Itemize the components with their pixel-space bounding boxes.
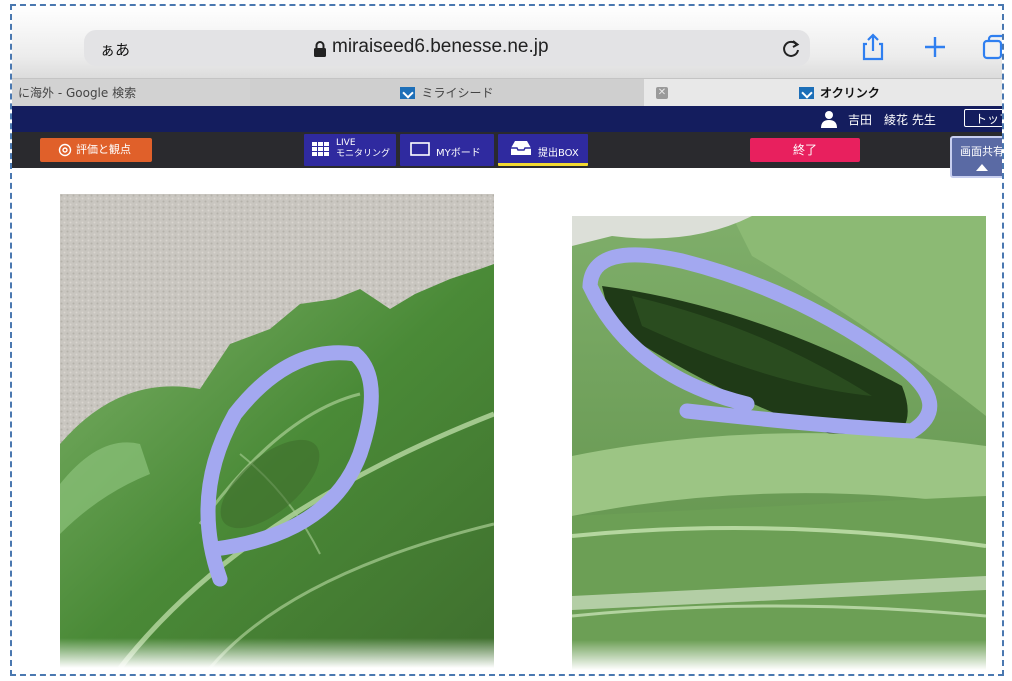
tabs-icon[interactable] xyxy=(980,32,1004,62)
live-label: LIVE xyxy=(336,138,356,148)
screen-share-button[interactable]: 画面共有 xyxy=(950,136,1004,178)
text-size-button[interactable]: ぁあ xyxy=(100,39,130,60)
close-tab-icon[interactable]: ✕ xyxy=(656,87,668,99)
app-header: 吉田 綾花 先生 トップ xyxy=(12,106,1002,132)
url-text: miraiseed6.benesse.ne.jp xyxy=(332,36,549,57)
browser-toolbar: ぁあ miraiseed6.benesse.ne.jp xyxy=(12,6,1002,78)
tab-label: ミライシード xyxy=(421,86,494,100)
user-name: 吉田 綾花 先生 xyxy=(848,113,936,127)
tab-miraiseed[interactable]: ミライシード xyxy=(250,79,645,107)
submit-box-label: 提出BOX xyxy=(538,148,579,159)
tab-google-search[interactable]: に海外 - Google 検索 xyxy=(12,79,257,107)
caret-up-icon xyxy=(976,164,988,171)
grid-icon xyxy=(312,142,329,156)
myboard-button[interactable]: MYボード xyxy=(400,134,494,166)
screen-share-label: 画面共有 xyxy=(960,145,1004,158)
new-tab-icon[interactable] xyxy=(920,32,950,62)
monitoring-label: モニタリング xyxy=(336,149,391,159)
tab-label: に海外 - Google 検索 xyxy=(18,86,137,100)
share-icon[interactable] xyxy=(858,32,888,62)
folded-leaf-photo xyxy=(572,216,986,670)
submit-box-button[interactable]: 提出BOX xyxy=(498,134,588,166)
lock-icon xyxy=(314,41,326,57)
board-icon xyxy=(410,142,430,156)
tab-label: オクリンク xyxy=(820,86,880,100)
end-button[interactable]: 終了 xyxy=(750,138,860,162)
cabbage-leaf-photo xyxy=(60,194,494,668)
address-bar[interactable]: ぁあ miraiseed6.benesse.ne.jp xyxy=(84,30,810,66)
inbox-icon xyxy=(511,141,531,155)
user-icon xyxy=(821,111,837,128)
miraiseed-logo-icon xyxy=(799,87,814,99)
app-toolbar: 評価と観点 LIVE モニタリング MYボード 提出BOX 終了 xyxy=(12,132,1002,168)
browser-tab-bar: に海外 - Google 検索 ミライシード ✕ オクリンク xyxy=(12,78,1002,108)
evaluation-button-label: 評価と観点 xyxy=(76,143,131,156)
myboard-label: MYボード xyxy=(436,148,481,159)
screenshot-frame: ぁあ miraiseed6.benesse.ne.jp に海外 - Google… xyxy=(10,4,1004,676)
miraiseed-logo-icon xyxy=(400,87,416,99)
live-monitoring-button[interactable]: LIVE モニタリング xyxy=(304,134,396,166)
reload-icon[interactable] xyxy=(780,38,802,60)
flower-icon xyxy=(58,143,72,157)
evaluation-button[interactable]: 評価と観点 xyxy=(40,138,152,162)
top-button[interactable]: トップ xyxy=(964,109,1002,127)
tab-okurinku[interactable]: ✕ オクリンク xyxy=(644,79,1002,107)
